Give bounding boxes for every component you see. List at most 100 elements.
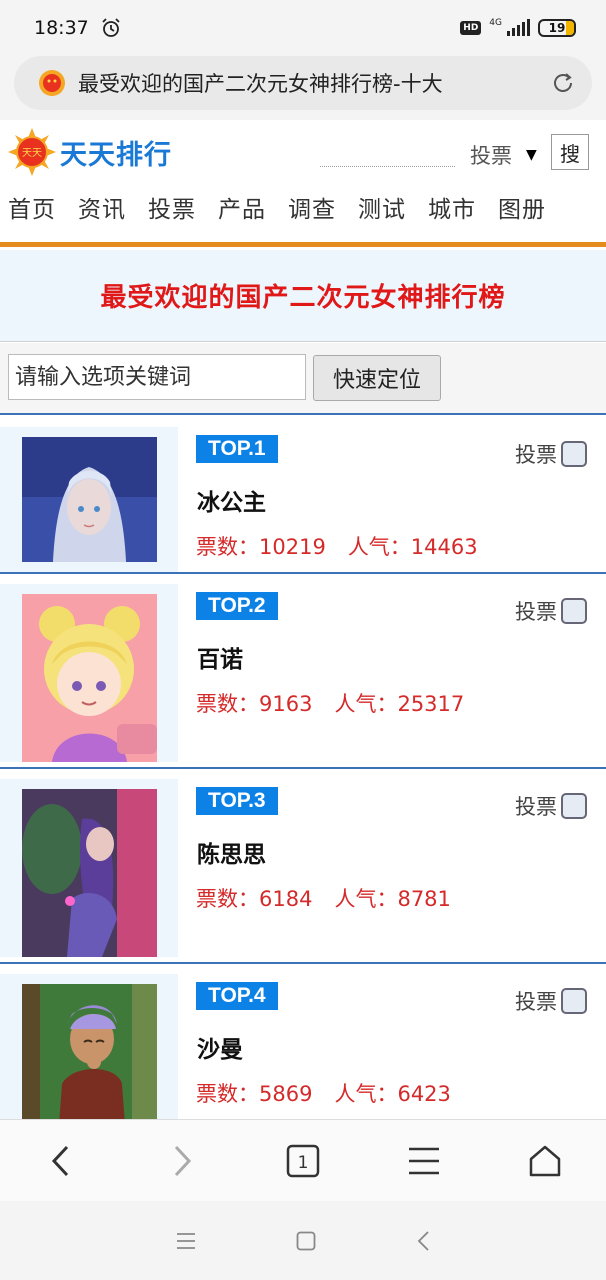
character-image[interactable] — [22, 984, 157, 1119]
nav-item-city[interactable]: 城市 — [428, 190, 476, 242]
vote-label: 投票 — [515, 795, 557, 819]
list-item[interactable]: TOP.2 百诺 票数：9163 人气：25317 投票 — [0, 574, 606, 769]
keyword-input[interactable] — [8, 354, 306, 400]
vote-label: 投票 — [515, 990, 557, 1014]
browser-toolbar: 1 — [0, 1119, 606, 1201]
nav-item-gallery[interactable]: 图册 — [498, 190, 546, 242]
dropdown-caret-icon: ▼ — [526, 147, 537, 163]
page-title: 最受欢迎的国产二次元女神排行榜 — [100, 283, 506, 313]
nav-item-survey[interactable]: 调查 — [288, 190, 336, 242]
forward-button[interactable] — [152, 1131, 212, 1191]
search-type-value: 投票 — [470, 144, 512, 168]
thumb-frame — [0, 974, 178, 1119]
battery-level — [566, 21, 574, 35]
item-stats: 票数：9163 人气：25317 — [196, 688, 464, 718]
header-search-input[interactable] — [320, 166, 455, 167]
page-title-url[interactable]: 最受欢迎的国产二次元女神排行榜-十大 — [78, 68, 518, 98]
popularity-count: 人气：25317 — [334, 692, 465, 716]
thumb-frame — [0, 584, 178, 762]
list-item[interactable]: TOP.3 陈思思 票数：6184 人气：8781 投票 — [0, 769, 606, 964]
home-icon — [530, 1145, 561, 1176]
home-button[interactable] — [515, 1131, 575, 1191]
popularity-count: 人气：14463 — [347, 535, 478, 559]
battery-percent: 19 — [548, 21, 566, 35]
nav-item-home[interactable]: 首页 — [8, 190, 56, 242]
vote-count: 票数：9163 — [196, 692, 313, 716]
vote-checkbox[interactable] — [561, 598, 587, 624]
sun-logo-icon: 天天 — [8, 128, 56, 176]
hamburger-menu-icon — [409, 1147, 440, 1174]
site-favicon-icon — [39, 70, 65, 96]
character-image[interactable] — [22, 437, 157, 562]
item-name[interactable]: 沙曼 — [197, 1030, 243, 1064]
item-name[interactable]: 百诺 — [197, 640, 243, 674]
chevron-left-icon — [51, 1145, 68, 1176]
battery-icon: 19 — [538, 19, 576, 37]
rank-badge: TOP.2 — [196, 592, 278, 620]
list-item[interactable]: TOP.4 沙曼 票数：5869 人气：6423 投票 — [0, 964, 606, 1119]
system-home-icon[interactable] — [296, 1231, 316, 1251]
alarm-icon — [102, 18, 120, 37]
signal-icon — [507, 19, 530, 36]
vote-label: 投票 — [515, 443, 557, 467]
item-stats: 票数：6184 人气：8781 — [196, 883, 451, 913]
item-name[interactable]: 陈思思 — [197, 835, 266, 869]
list-item[interactable]: TOP.1 冰公主 票数：10219 人气：14463 投票 — [0, 417, 606, 574]
item-name[interactable]: 冰公主 — [197, 483, 266, 517]
vote-control[interactable]: 投票 — [515, 439, 587, 469]
site-logo[interactable]: 天天 天天排行 — [8, 128, 172, 176]
browser-address-area: 最受欢迎的国产二次元女神排行榜-十大 — [0, 56, 606, 120]
nav-item-products[interactable]: 产品 — [218, 190, 266, 242]
chevron-right-icon — [174, 1145, 191, 1176]
menu-button[interactable] — [394, 1131, 454, 1191]
rank-badge: TOP.3 — [196, 787, 278, 815]
nav-divider — [0, 242, 606, 247]
nav-item-vote[interactable]: 投票 — [148, 190, 196, 242]
tab-count: 1 — [298, 1153, 309, 1173]
status-bar: 18:37 HD 4G 19 — [0, 0, 606, 56]
vote-control[interactable]: 投票 — [515, 791, 587, 821]
search-button[interactable]: 搜 — [551, 134, 589, 170]
network-type: 4G — [489, 18, 502, 28]
vote-control[interactable]: 投票 — [515, 596, 587, 626]
ranking-list: TOP.1 冰公主 票数：10219 人气：14463 投票 TOP.2 百诺 … — [0, 417, 606, 1119]
status-indicators: HD 4G 19 — [460, 18, 576, 37]
address-bar[interactable]: 最受欢迎的国产二次元女神排行榜-十大 — [14, 56, 592, 110]
character-image[interactable] — [22, 789, 157, 957]
rank-badge: TOP.4 — [196, 982, 278, 1010]
site-header: 天天 天天排行 投票 ▼ 搜 — [0, 120, 606, 180]
vote-label: 投票 — [515, 600, 557, 624]
system-back-icon[interactable] — [416, 1230, 430, 1252]
vote-checkbox[interactable] — [561, 988, 587, 1014]
tabs-icon: 1 — [286, 1144, 320, 1177]
vote-count: 票数：6184 — [196, 887, 313, 911]
reload-icon[interactable] — [550, 70, 576, 96]
quick-locate-button[interactable]: 快速定位 — [313, 355, 441, 401]
svg-text:天天: 天天 — [22, 148, 42, 159]
item-stats: 票数：10219 人气：14463 — [196, 531, 478, 561]
back-button[interactable] — [31, 1131, 91, 1191]
tabs-button[interactable]: 1 — [273, 1131, 333, 1191]
popularity-count: 人气：6423 — [334, 1082, 451, 1106]
vote-control[interactable]: 投票 — [515, 986, 587, 1016]
character-image[interactable] — [22, 594, 157, 762]
thumb-frame — [0, 779, 178, 957]
vote-checkbox[interactable] — [561, 793, 587, 819]
system-nav-bar — [0, 1201, 606, 1280]
popularity-count: 人气：8781 — [334, 887, 451, 911]
thumb-frame — [0, 427, 178, 572]
rank-badge: TOP.1 — [196, 435, 278, 463]
nav-item-test[interactable]: 测试 — [358, 190, 406, 242]
search-type-select[interactable]: 投票 ▼ — [470, 140, 537, 170]
hd-badge: HD — [460, 21, 482, 35]
title-banner: 最受欢迎的国产二次元女神排行榜 — [0, 250, 606, 342]
status-time: 18:37 — [34, 17, 89, 39]
main-nav: 首页 资讯 投票 产品 调查 测试 城市 图册 — [0, 190, 606, 242]
item-stats: 票数：5869 人气：6423 — [196, 1078, 451, 1108]
logo-text: 天天排行 — [60, 139, 172, 171]
vote-count: 票数：5869 — [196, 1082, 313, 1106]
recents-menu-icon[interactable] — [176, 1232, 196, 1250]
vote-checkbox[interactable] — [561, 441, 587, 467]
nav-item-news[interactable]: 资讯 — [78, 190, 126, 242]
keyword-search-row: 快速定位 — [0, 343, 606, 415]
